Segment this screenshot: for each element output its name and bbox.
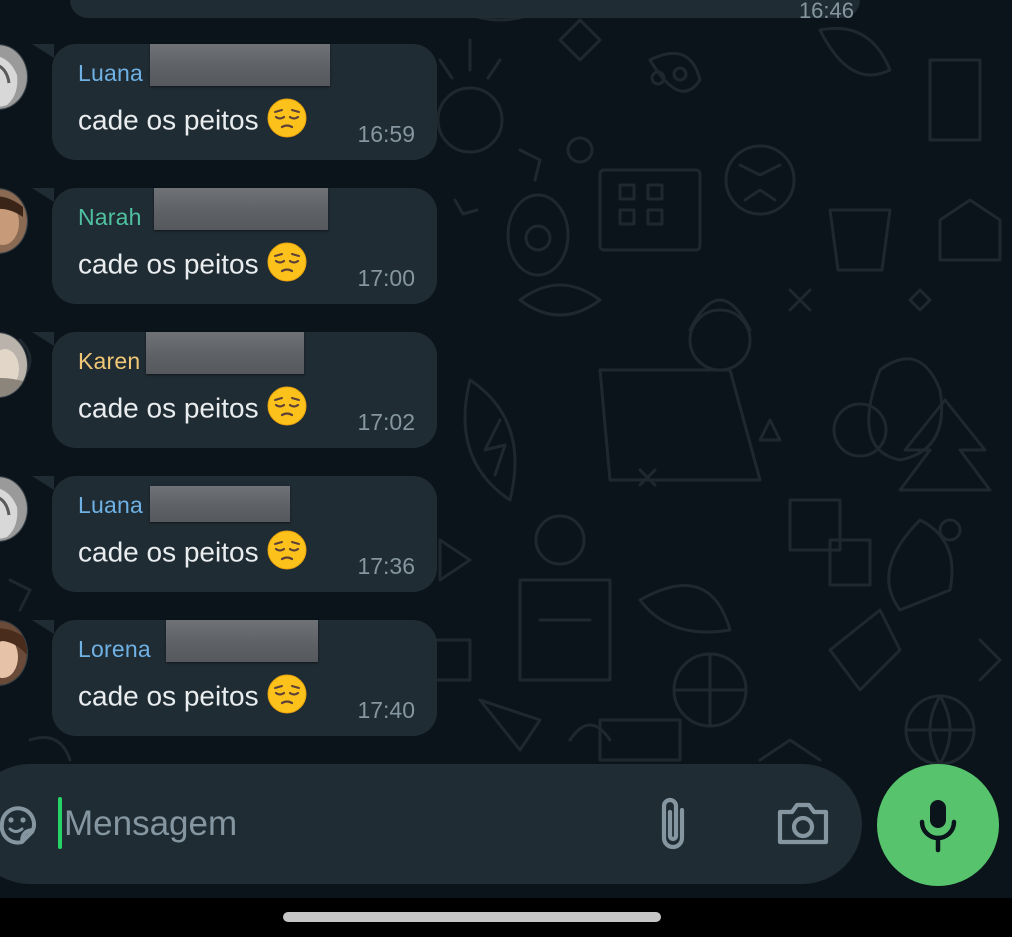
sender-name[interactable]: Lorena: [78, 636, 151, 663]
avatar[interactable]: [0, 620, 28, 686]
message-time: 17:36: [357, 553, 415, 579]
redaction-overlay: [166, 620, 318, 662]
message-text: cade os peitos: [78, 98, 307, 142]
camera-icon[interactable]: [774, 798, 832, 850]
sender-name[interactable]: Karen: [78, 348, 140, 375]
sticker-icon[interactable]: [0, 800, 42, 848]
redaction-overlay: [150, 486, 290, 522]
redaction-overlay: [154, 188, 328, 230]
sender-name[interactable]: Luana: [78, 492, 143, 519]
redaction-overlay: [146, 332, 304, 374]
message-row: Karen cade os peitos 17:02: [0, 332, 440, 452]
pensive-face-icon: [267, 386, 307, 426]
mic-icon: [919, 800, 957, 853]
message-time: 17:40: [357, 697, 415, 723]
previous-message-bubble: 16:46: [70, 0, 860, 23]
message-bubble[interactable]: Karen cade os peitos 17:02: [32, 332, 437, 448]
message-text: cade os peitos: [78, 530, 307, 574]
message-row: Luana cade os peitos 17:36: [0, 476, 440, 596]
message-text: cade os peitos: [78, 242, 307, 286]
attach-icon[interactable]: [648, 794, 698, 854]
message-row: Narah cade os peitos 17:00: [0, 188, 440, 308]
message-composer: Mensagem: [0, 764, 862, 884]
message-bubble[interactable]: Narah cade os peitos 17:00: [32, 188, 437, 304]
message-bubble[interactable]: Lorena cade os peitos 17:40: [32, 620, 437, 736]
avatar[interactable]: [0, 332, 28, 398]
sender-name[interactable]: Luana: [78, 60, 143, 87]
pensive-face-icon: [267, 530, 307, 570]
message-input[interactable]: Mensagem: [64, 804, 237, 844]
redaction-overlay: [150, 44, 330, 86]
message-row: Luana cade os peitos 16:59: [0, 44, 440, 164]
pensive-face-icon: [267, 674, 307, 714]
message-text: cade os peitos: [78, 386, 307, 430]
sender-name[interactable]: Narah: [78, 204, 142, 231]
message-text: cade os peitos: [78, 674, 307, 718]
avatar[interactable]: [0, 476, 28, 542]
message-bubble[interactable]: Luana cade os peitos 16:59: [32, 44, 437, 160]
message-time: 17:00: [357, 265, 415, 291]
system-navigation-bar: [0, 898, 1012, 937]
text-cursor: [58, 797, 62, 849]
pensive-face-icon: [267, 98, 307, 138]
message-row: Lorena cade os peitos 17:40: [0, 620, 440, 740]
avatar[interactable]: [0, 188, 28, 254]
message-bubble[interactable]: Luana cade os peitos 17:36: [32, 476, 437, 592]
message-time: 17:02: [357, 409, 415, 435]
message-time: 16:46: [798, 0, 854, 23]
voice-record-button[interactable]: [877, 764, 999, 886]
pensive-face-icon: [267, 242, 307, 282]
message-time: 16:59: [357, 121, 415, 147]
home-indicator[interactable]: [283, 912, 661, 922]
avatar[interactable]: [0, 44, 28, 110]
